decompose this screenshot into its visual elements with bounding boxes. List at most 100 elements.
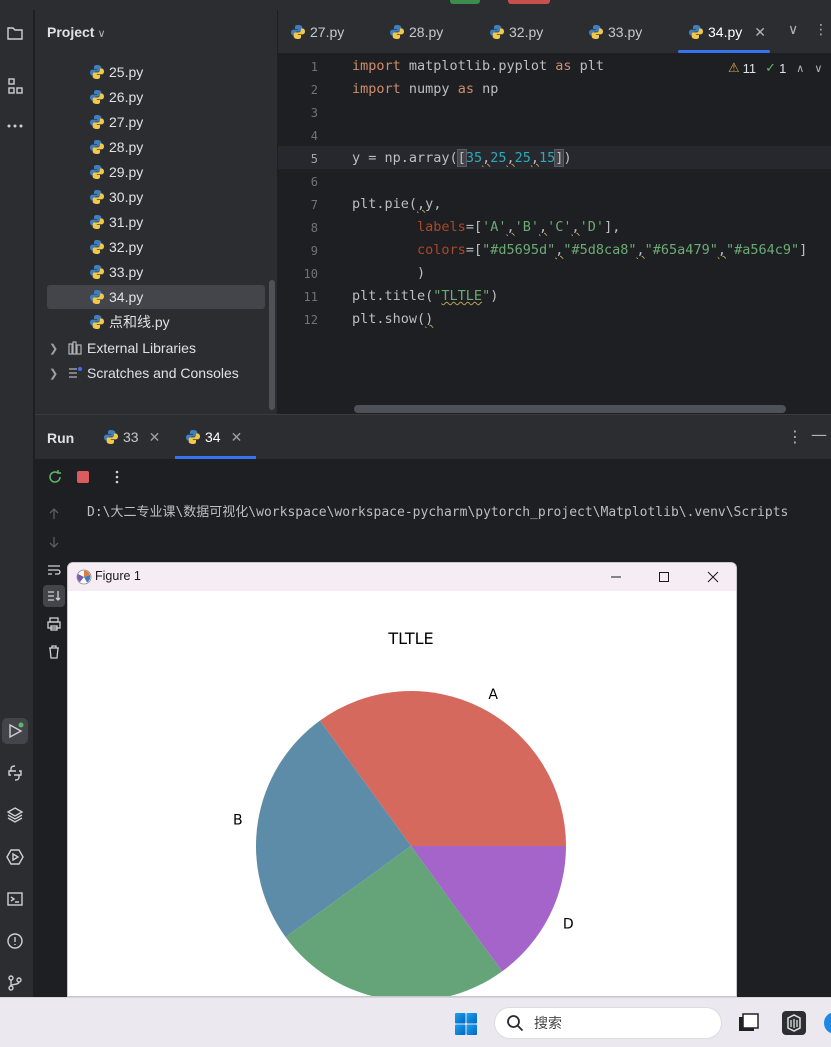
chevron-down-icon: ∨ (97, 28, 106, 40)
editor-horizontal-scrollbar[interactable] (354, 405, 786, 413)
python-file-icon (90, 115, 104, 129)
tree-external-libraries[interactable]: ❯ External Libraries (49, 336, 269, 360)
run-header: Run 33 ✕ 34 ✕ ⋮ — (35, 415, 831, 459)
more-icon[interactable] (106, 466, 128, 488)
minimize-icon[interactable] (593, 563, 639, 591)
editor-tabs: 27.py 28.py 32.py 33.py 34.py ✕ ∨ ⋮ (278, 10, 831, 54)
editor-tab[interactable]: 32.py (489, 10, 543, 54)
warning-icon: ⚠ (728, 60, 740, 75)
close-icon[interactable] (690, 563, 736, 591)
run-tab[interactable]: 34 ✕ (175, 415, 257, 459)
line-number: 2 (310, 83, 318, 97)
comma: , (506, 219, 515, 235)
more-icon[interactable]: ⋮ (787, 427, 803, 446)
editor-tab[interactable]: 34.py ✕ (678, 10, 770, 54)
code-text: plt.pie( (352, 196, 418, 212)
pycharm-taskbar-icon[interactable] (781, 1010, 807, 1036)
comma: , (539, 219, 548, 235)
chevron-right-icon: ❯ (49, 367, 59, 380)
tree-file[interactable]: 点和线.py (89, 310, 259, 334)
app-edge-icon[interactable] (822, 1010, 831, 1036)
string: " (482, 288, 491, 304)
project-header[interactable]: Project ∨ (47, 24, 106, 40)
editor-tab[interactable]: 33.py (588, 10, 642, 54)
editor-tab-label: 33.py (608, 24, 643, 40)
run-tab[interactable]: 33 ✕ (103, 415, 160, 459)
code-line-7: plt.pie(,y, (352, 196, 441, 212)
arrow-down-icon[interactable] (43, 531, 65, 553)
tree-scratches[interactable]: ❯ Scratches and Consoles (49, 361, 269, 385)
soft-wrap-icon[interactable] (43, 559, 65, 581)
git-icon[interactable] (2, 970, 28, 996)
string: 'D' (579, 219, 605, 235)
layers-icon[interactable] (2, 802, 28, 828)
more-tools-icon[interactable] (2, 113, 28, 139)
python-file-icon (689, 25, 703, 39)
scroll-to-end-icon[interactable] (43, 585, 65, 607)
tree-file[interactable]: 28.py (89, 135, 259, 159)
trash-icon[interactable] (43, 641, 65, 663)
project-scrollbar[interactable] (269, 280, 275, 410)
editor-tab-label: 28.py (409, 24, 444, 40)
python-file-icon (90, 290, 104, 304)
line-number: 5 (310, 152, 318, 166)
editor-tab[interactable]: 28.py (389, 10, 443, 54)
line-number: 8 (310, 221, 318, 235)
parameter: labels (417, 219, 466, 235)
run-title: Run (47, 430, 75, 446)
services-icon[interactable] (2, 844, 28, 870)
project-folder-icon[interactable] (2, 20, 28, 46)
activity-bar (0, 10, 34, 997)
inspection-widget[interactable]: ⚠ 11 ✓ 1 ∧ ∨ (728, 60, 822, 76)
chevron-up-icon[interactable]: ∧ (796, 62, 804, 75)
arrow-up-icon[interactable] (43, 503, 65, 525)
tree-file[interactable]: 29.py (89, 160, 259, 184)
pie-label: A (488, 687, 498, 703)
close-icon[interactable]: ✕ (754, 24, 766, 41)
code-text: y = np.array( (352, 150, 458, 166)
tree-file[interactable]: 26.py (89, 85, 259, 109)
matplotlib-icon (76, 569, 92, 585)
problems-icon[interactable] (2, 928, 28, 954)
close-icon[interactable]: ✕ (149, 429, 161, 446)
code-area[interactable]: 1 2 3 4 5 6 7 8 9 10 11 12 ⚠ 11 ✓ 1 ∧ ∨ import matp… (278, 54, 831, 414)
structure-icon[interactable] (2, 73, 28, 99)
active-tab-indicator (175, 456, 257, 459)
comma: , (636, 242, 645, 258)
tree-file[interactable]: 30.py (89, 185, 259, 209)
windows-start-icon[interactable] (454, 1012, 478, 1036)
python-file-icon (589, 25, 603, 39)
tree-file[interactable]: 32.py (89, 235, 259, 259)
code-text: ) (490, 288, 499, 304)
search-placeholder: 搜索 (534, 1016, 562, 1032)
maximize-icon[interactable] (641, 563, 687, 591)
run-tab-label: 34 (205, 429, 221, 445)
python-console-icon[interactable] (2, 760, 28, 786)
more-icon[interactable]: ⋮ (814, 22, 828, 38)
taskbar-search[interactable]: 搜索 (494, 1007, 722, 1039)
code-line-11: plt.title("TLTLE") (352, 288, 498, 304)
minimize-panel-icon[interactable]: — (811, 425, 827, 444)
figure-titlebar[interactable]: Figure 1 (68, 563, 736, 591)
code-line-9: colors=["#d5695d","#5d8ca8","#65a479","#… (352, 242, 807, 258)
tree-file[interactable]: 33.py (89, 260, 259, 284)
print-icon[interactable] (43, 613, 65, 635)
line-number: 4 (310, 129, 318, 143)
editor-tab[interactable]: 27.py (290, 10, 344, 54)
code-text: ], (604, 219, 621, 235)
tree-file[interactable]: 27.py (89, 110, 259, 134)
tree-file[interactable]: 31.py (89, 210, 259, 234)
tree-file[interactable]: 25.py (89, 60, 259, 84)
chevron-down-icon[interactable]: ∨ (788, 22, 798, 38)
terminal-icon[interactable] (2, 886, 28, 912)
rerun-icon[interactable] (44, 466, 66, 488)
close-icon[interactable]: ✕ (231, 429, 243, 446)
tree-file[interactable]: 34.py (47, 285, 265, 309)
pie-chart: TLTLE ABCD (233, 629, 574, 996)
stop-icon[interactable] (72, 466, 94, 488)
task-view-icon[interactable] (735, 1010, 761, 1036)
code-line-10: ) (352, 265, 425, 281)
tree-file-label: 31.py (109, 214, 144, 230)
chevron-down-icon[interactable]: ∨ (814, 62, 822, 75)
run-tool-icon[interactable] (2, 718, 28, 744)
